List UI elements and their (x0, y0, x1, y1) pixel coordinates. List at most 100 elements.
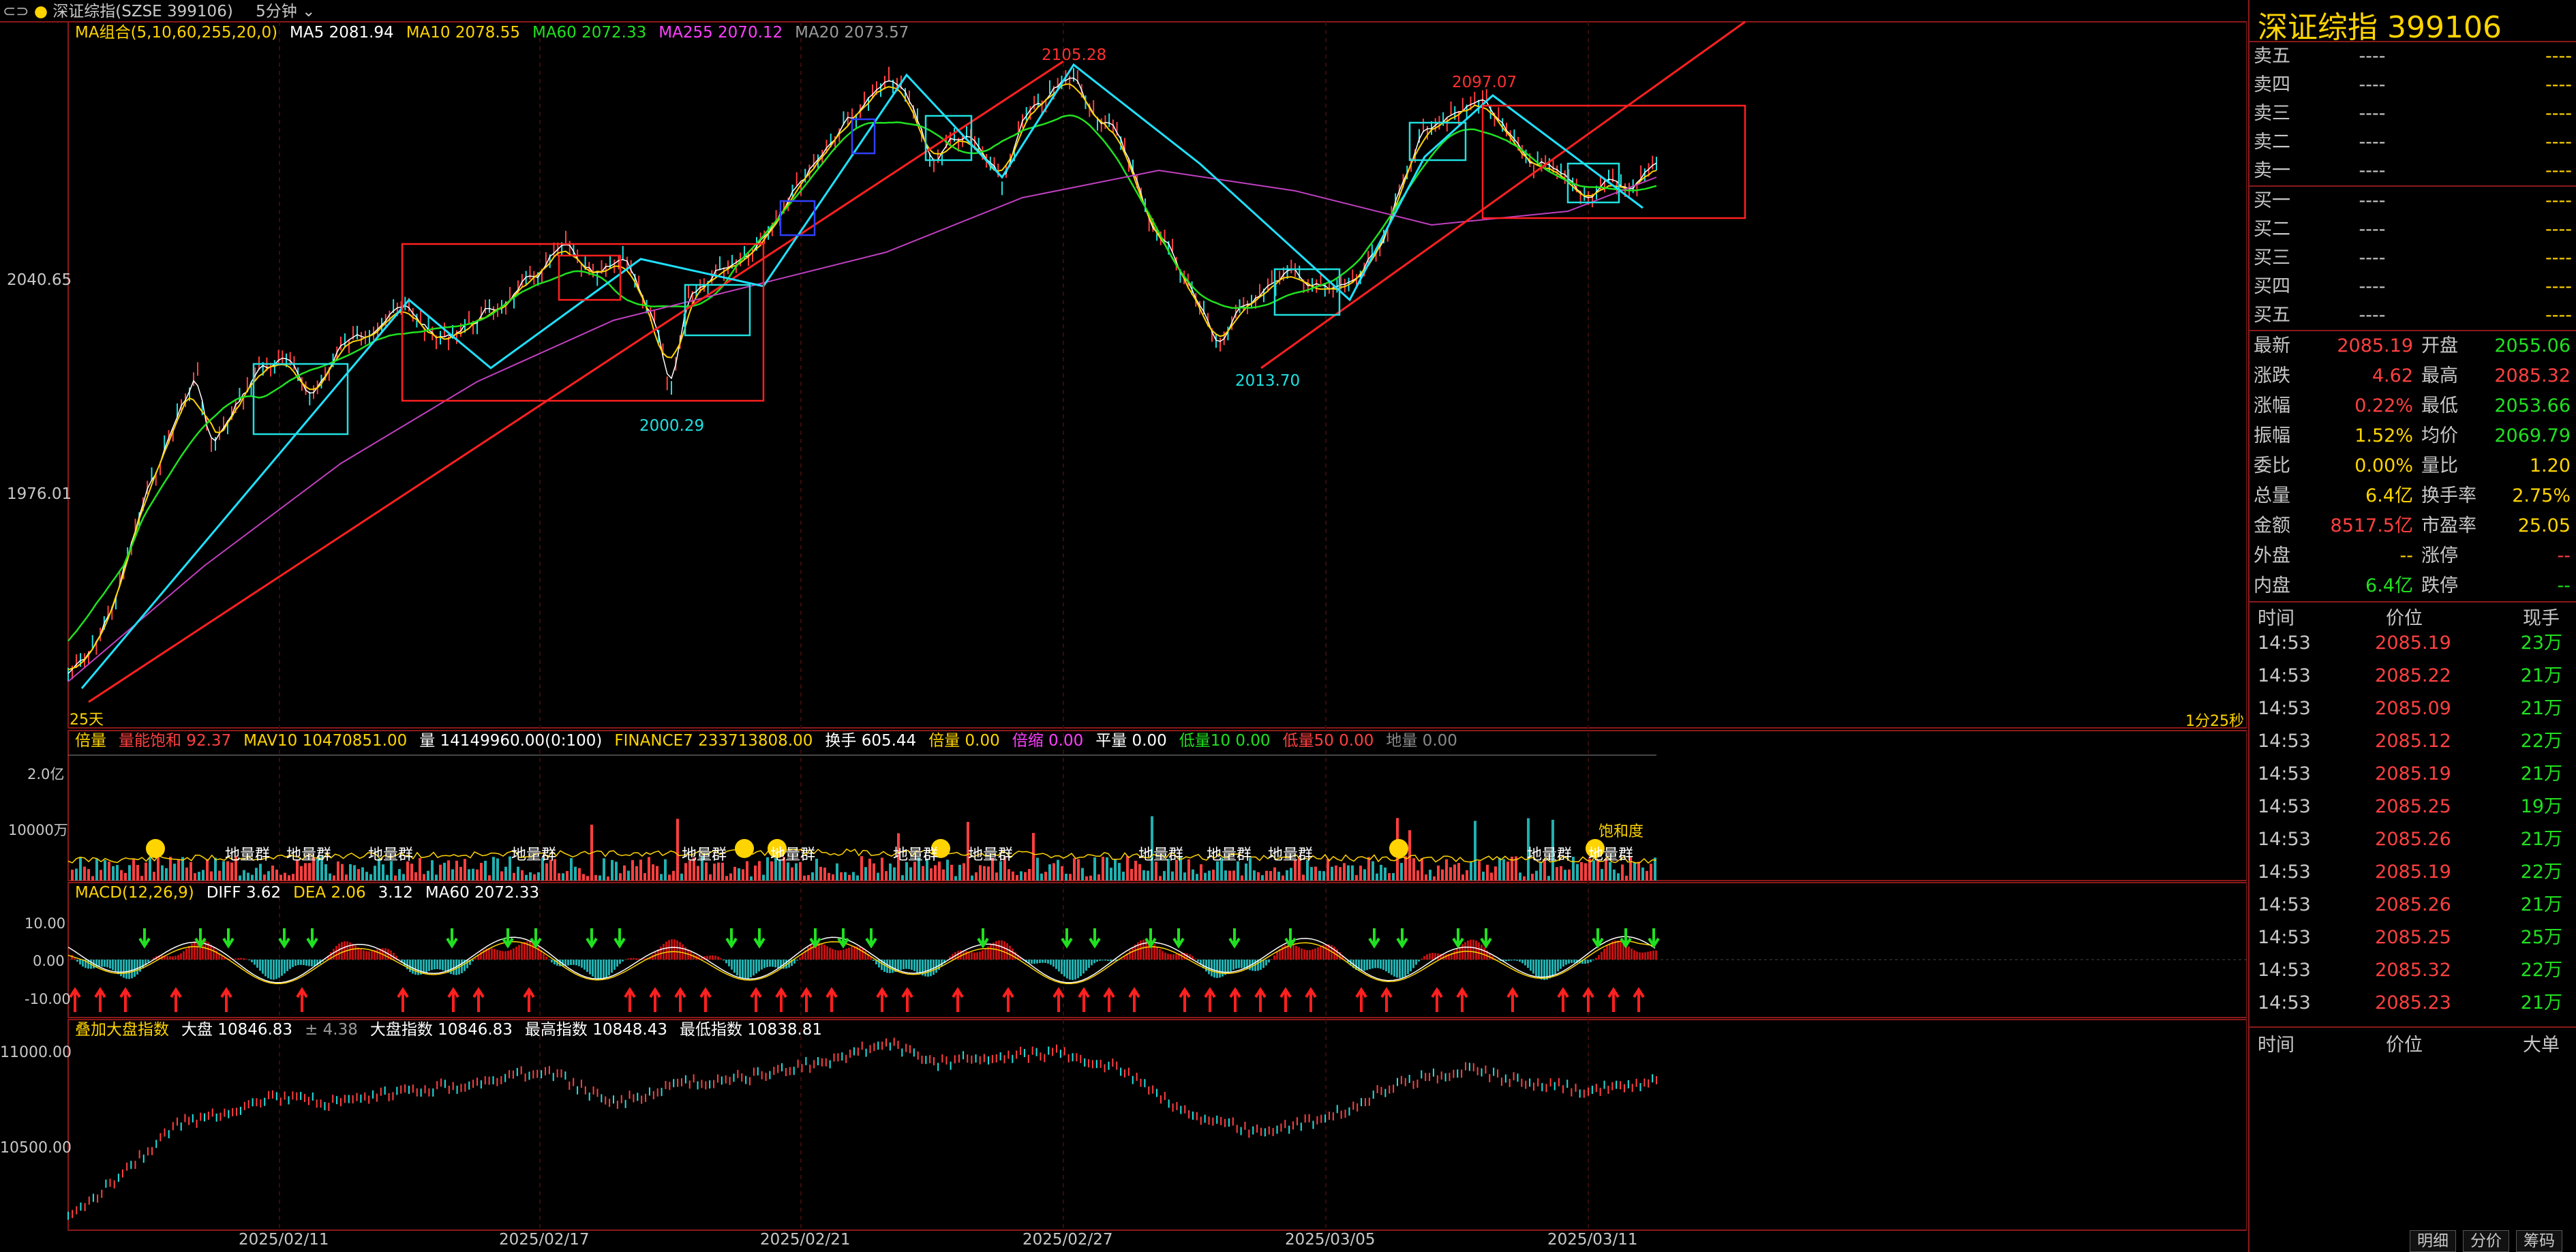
tick-row[interactable]: 14:53 2085.32 22万 (2249, 954, 2576, 987)
tick-row[interactable]: 14:53 2085.19 22万 (2249, 856, 2576, 889)
tick-price: 2085.19 (2375, 763, 2451, 784)
tick-row[interactable]: 14:53 2085.19 23万 (2249, 627, 2576, 660)
tick-row[interactable]: 14:53 2085.09 21万 (2249, 692, 2576, 725)
tab-price-distribution[interactable]: 分价 (2463, 1230, 2509, 1252)
macd-bar (365, 951, 367, 960)
quote-panel[interactable]: 深证综指 399106 卖五 ---- ---- 卖四 ---- ---- 卖三 ---- --… (2248, 0, 2576, 1252)
volume-bar (950, 864, 953, 881)
volume-bar (1560, 866, 1562, 881)
tick-row[interactable]: 14:53 2085.25 19万 (2249, 791, 2576, 823)
macd-bar (676, 940, 678, 960)
volume-bar (120, 870, 123, 881)
macd-bar (376, 949, 378, 960)
main-legend[interactable]: MA组合(5,10,60,255,20,0) MA5 2081.94 MA10 20… (75, 22, 921, 43)
macd-bar (1587, 960, 1589, 964)
macd-bar (496, 949, 498, 960)
macd-bar (254, 960, 256, 965)
date-label: 2025/02/21 (760, 1231, 851, 1249)
macd-bar (1314, 948, 1316, 960)
macd-bar (766, 960, 768, 967)
volume-bar (795, 863, 798, 881)
sell-arrow-icon (725, 928, 738, 949)
macd-bar (175, 956, 177, 960)
macd-bar (739, 960, 741, 978)
macd-bar (733, 960, 736, 973)
volume-bar (1388, 873, 1391, 881)
volume-bar (881, 857, 883, 881)
macd-bar (194, 941, 196, 960)
tick-row[interactable]: 14:53 2085.12 22万 (2249, 725, 2576, 758)
volume-bar (799, 861, 802, 881)
tick-row[interactable]: 14:53 2085.26 21万 (2249, 823, 2576, 856)
tab-chips[interactable]: 筹码 (2516, 1230, 2562, 1252)
macd-bar (1535, 960, 1537, 977)
macd-bar (1524, 960, 1526, 966)
macd-bar (1655, 950, 1657, 960)
volume-bar (648, 857, 650, 881)
volume-bar (333, 875, 335, 881)
macd-bar (491, 948, 493, 960)
tick-row[interactable]: 14:53 2085.22 21万 (2249, 660, 2576, 692)
volume-bar (643, 873, 646, 881)
volume-bar (1404, 856, 1407, 881)
macd-bar (1303, 949, 1305, 960)
sell-arrow-icon (586, 928, 598, 949)
tick-row[interactable]: 14:53 2085.19 21万 (2249, 758, 2576, 791)
sell-arrow-icon (306, 928, 318, 949)
volume-bar (1302, 874, 1305, 881)
chart-area[interactable]: ⊂⊃ ● 深证综指(SZSE 399106) 5分钟 ⌄ MA组合(5,10,6… (0, 0, 2247, 1252)
chevron-down-icon: ⌄ (302, 3, 316, 20)
macd-bar (344, 941, 346, 960)
link-icon[interactable]: ⊂⊃ (3, 3, 29, 20)
volume-bar (582, 874, 585, 881)
buy-arrow-icon (1582, 987, 1594, 1012)
volume-bar (938, 861, 941, 881)
period-selector[interactable]: 5分钟 ⌄ (256, 3, 315, 20)
volume-legend[interactable]: 倍量 量能饱和 92.37 MAV10 10470851.00 量 14149960.… (75, 731, 1470, 751)
legend-item: MACD(12,26,9) (75, 884, 194, 902)
tick-price: 2085.12 (2375, 731, 2451, 752)
tab-detail[interactable]: 明细 (2410, 1230, 2456, 1252)
volume-bar (1016, 874, 1018, 881)
sell-arrow-icon (1368, 928, 1380, 949)
volume-bar (108, 861, 110, 881)
volume-bar (194, 873, 196, 881)
index-legend[interactable]: 叠加大盘指数 大盘 10846.83 ± 4.38 大盘指数 10846.83 最高指数… (75, 1020, 834, 1040)
volume-bar (1339, 867, 1342, 881)
tick-row[interactable]: 14:53 2085.25 25万 (2249, 921, 2576, 954)
pattern-box (1481, 104, 1746, 219)
macd-bar (1366, 960, 1368, 971)
period-label: 5分钟 (256, 3, 297, 20)
macd-bar (1606, 945, 1608, 960)
volume-bar (1641, 867, 1644, 881)
macd-bar (567, 960, 569, 966)
quote-value: 1.20 (2529, 455, 2571, 476)
volume-bar (1114, 859, 1117, 881)
tick-row[interactable]: 14:53 2085.26 21万 (2249, 889, 2576, 921)
tick-row[interactable]: 14:53 2085.23 21万 (2249, 987, 2576, 1020)
volume-bar (762, 874, 765, 881)
macd-bar (1388, 960, 1390, 973)
tick-price: 2085.26 (2375, 894, 2451, 915)
sell-arrow-icon (222, 928, 234, 949)
macd-bar (802, 953, 804, 960)
volume-bar (202, 870, 204, 881)
macd-bar (1107, 960, 1109, 961)
macd-bar (1647, 951, 1649, 960)
macd-bar (1481, 945, 1483, 960)
volume-bar (729, 873, 732, 881)
bid-price: ---- (2359, 276, 2386, 297)
volume-bar (709, 874, 712, 881)
volume-bar (787, 862, 789, 881)
volume-bar (860, 856, 863, 881)
volume-bar (402, 874, 405, 881)
buy-arrow-icon (1355, 987, 1367, 1012)
volume-bar (1601, 869, 1603, 881)
sell-arrow-icon (1089, 928, 1101, 949)
quote-label: 内盘 (2254, 575, 2290, 596)
macd-bar (1541, 960, 1543, 980)
macd-legend[interactable]: MACD(12,26,9) DIFF 3.62 DEA 2.06 3.12 MA60 2… (75, 883, 551, 903)
macd-bar (303, 960, 305, 966)
macd-bar (360, 949, 362, 960)
chart-canvas[interactable] (0, 0, 2247, 1252)
